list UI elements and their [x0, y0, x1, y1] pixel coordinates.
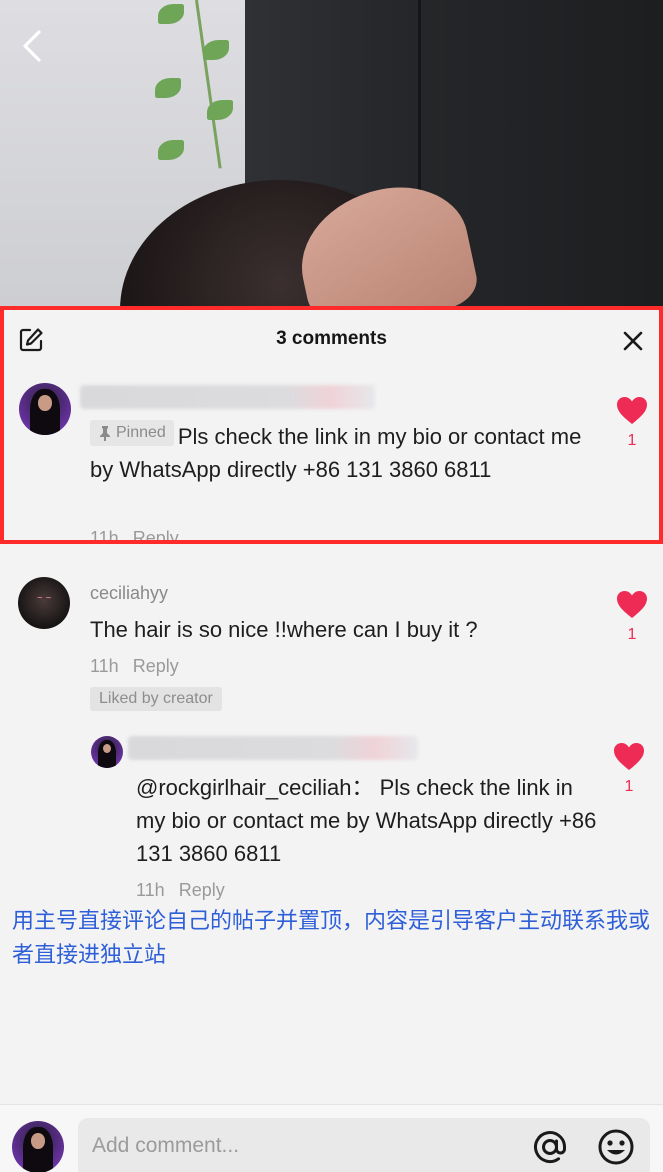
heart-icon: [614, 743, 644, 770]
pinned-badge: Pinned: [90, 420, 174, 446]
like-button[interactable]: 1: [609, 742, 649, 796]
heart-icon: [617, 397, 647, 424]
comment-time: 11h: [90, 528, 119, 542]
avatar-face: [38, 395, 52, 412]
comments-header: 3 comments: [0, 310, 663, 368]
comment-meta: 11h Reply: [136, 880, 225, 901]
blurred-username[interactable]: [80, 385, 375, 409]
comment-text: @rockgirlhair_ceciliah： Pls check the li…: [136, 775, 597, 866]
annotation-text: 用主号直接评论自己的帖子并置顶，内容是引导客户主动联系我或者直接进独立站: [12, 909, 651, 968]
comment-time: 11h: [90, 656, 119, 676]
like-button[interactable]: 1: [612, 396, 652, 450]
comment-text: Pinned Pls check the link in my bio or c…: [90, 420, 595, 486]
emoji-icon: [598, 1129, 634, 1165]
like-button[interactable]: 1: [612, 590, 652, 644]
like-count: 1: [624, 778, 634, 795]
like-count: 1: [627, 432, 637, 449]
heart-icon: [617, 591, 647, 618]
avatar[interactable]: [19, 383, 71, 435]
close-icon: [623, 331, 643, 351]
comment-meta: 11h Reply: [90, 528, 179, 542]
pin-icon: [100, 426, 110, 441]
comments-count-title: 3 comments: [276, 328, 387, 349]
liked-by-creator-badge: Liked by creator: [90, 687, 222, 711]
video-preview[interactable]: [0, 0, 663, 310]
reply-button[interactable]: Reply: [133, 656, 179, 676]
comment-meta: 11h Reply: [90, 656, 179, 677]
emoji-button[interactable]: [596, 1127, 636, 1167]
current-user-avatar[interactable]: [12, 1121, 64, 1172]
comment-username[interactable]: ceciliahyy: [90, 583, 168, 604]
reply-button[interactable]: Reply: [179, 880, 225, 900]
at-icon: [534, 1131, 566, 1164]
close-button[interactable]: [619, 327, 647, 355]
mention-button[interactable]: [530, 1127, 570, 1167]
back-icon: [23, 30, 41, 62]
blurred-username[interactable]: [128, 736, 418, 760]
reply-button[interactable]: Reply: [133, 528, 179, 542]
comment-input-bar: Add comment...: [0, 1104, 663, 1172]
comment-time: 11h: [136, 880, 165, 900]
comment-text: The hair is so nice !!where can I buy it…: [90, 617, 478, 642]
avatar[interactable]: [91, 736, 123, 768]
avatar[interactable]: ~ ~: [18, 577, 70, 629]
back-button[interactable]: [14, 24, 50, 68]
pinned-label: Pinned: [116, 424, 166, 441]
avatar-face: [31, 1133, 45, 1150]
avatar-graphic: ~ ~: [36, 592, 52, 604]
like-count: 1: [627, 626, 637, 643]
